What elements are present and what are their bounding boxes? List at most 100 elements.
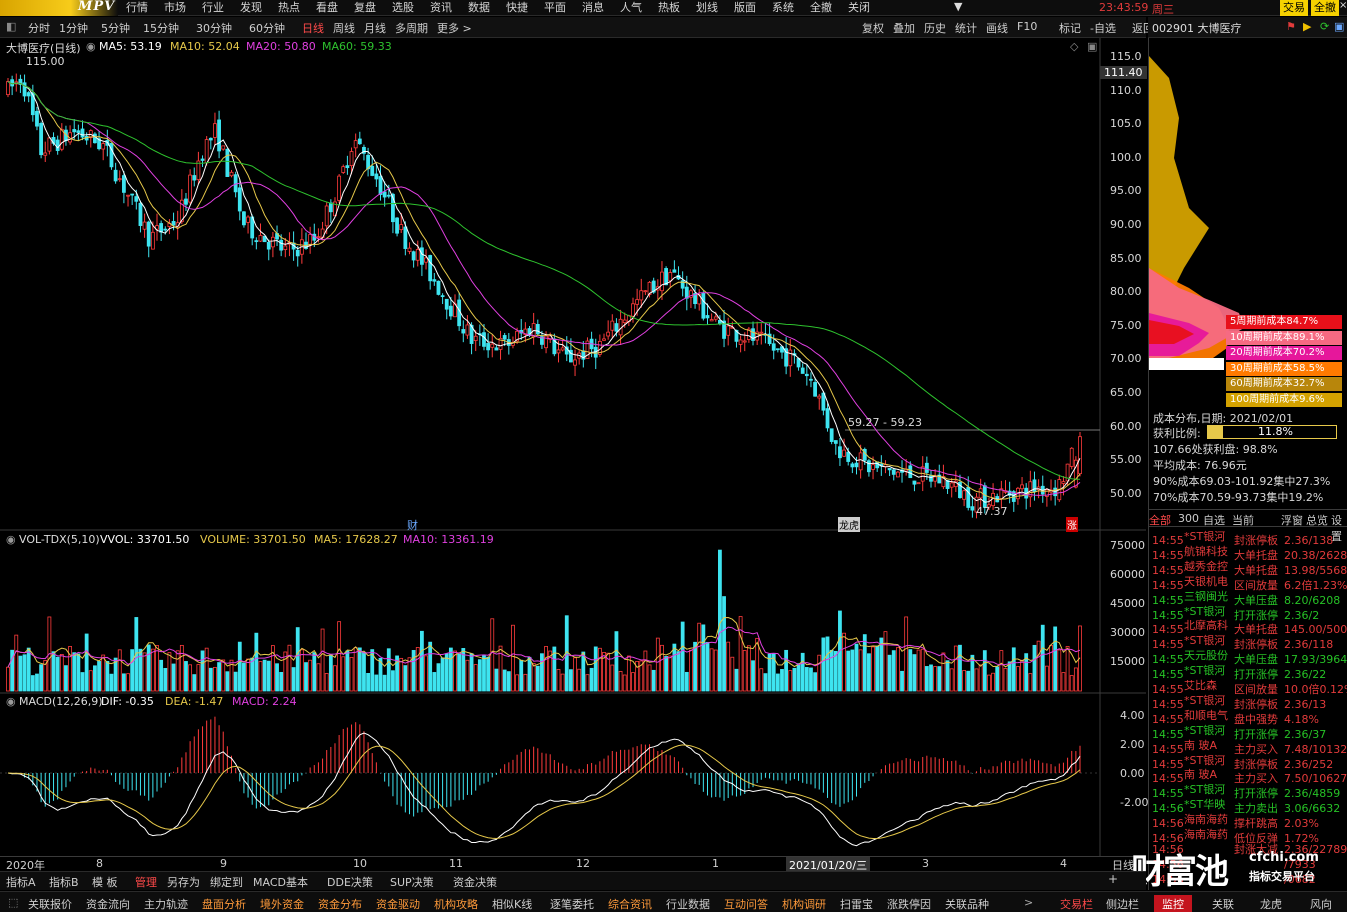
ticker-row[interactable]: 14:56海南海药 撑杆跳高 2.03% [1152,812,1347,830]
function-tab-2[interactable]: 主力轨迹 [144,896,188,912]
ticker-row[interactable]: 14:55*ST银河 封涨停板 2.36/252 [1152,753,1347,771]
menu-item-4[interactable]: 热点 [270,0,308,16]
settings-icon[interactable]: ▣ [1334,20,1344,33]
indicator-tab-0[interactable]: 指标A [6,874,36,890]
toolbar-right-0[interactable]: 复权 [862,20,884,36]
trade-button[interactable]: 交易 [1280,0,1308,16]
indicator-tab-5[interactable]: 绑定到 [210,874,243,890]
cost-row-3[interactable]: 30周期前成本58.5% [1226,361,1342,376]
cost-row-4[interactable]: 60周期前成本32.7% [1226,377,1342,391]
ticker-row[interactable]: 14:55*ST银河 封涨停板 2.36/138 [1152,529,1347,547]
cost-row-1[interactable]: 10周期前成本89.1% [1226,330,1342,345]
add-indicator-button[interactable]: + [1108,872,1118,886]
function-tab-5[interactable]: 资金分布 [318,896,362,912]
ticker-row[interactable]: 14:55三钢闽光 大单压盘 8.20/6208 [1152,589,1347,607]
period-tab-8[interactable]: 月线 [364,20,386,36]
function-tab-9[interactable]: 逐笔委托 [550,896,594,912]
ticker-row[interactable]: 14:55*ST银河 打开涨停 2.36/37 [1152,723,1347,741]
cost-row-0[interactable]: 5周期前成本84.7% [1226,315,1342,329]
flag-icon[interactable]: ⚑ [1286,20,1296,33]
play-icon[interactable]: ▶ [1303,20,1311,33]
ticker-row[interactable]: 14:55南 玻A 主力买入 7.48/10132 [1152,738,1347,756]
marker-zhang[interactable]: 涨 [1066,517,1078,532]
period-tab-5[interactable]: 60分钟 [249,20,285,36]
ticker-tab-2[interactable]: 自选 [1203,512,1225,528]
menu-item-13[interactable]: 人气 [612,0,650,16]
marker-cai[interactable]: 财 [407,517,418,533]
toolbar-right-6[interactable]: 标记 [1059,20,1081,36]
ticker-row[interactable]: 14:55南 玻A 主力买入 7.50/10627 [1152,767,1347,785]
right-tab-1[interactable]: 关联 [1204,895,1242,912]
menu-item-10[interactable]: 快捷 [498,0,536,16]
indicator-tab-7[interactable]: DDE决策 [327,874,373,890]
menu-item-11[interactable]: 平面 [536,0,574,16]
menu-item-12[interactable]: 消息 [574,0,612,16]
function-tab-11[interactable]: 行业数据 [666,896,710,912]
indicator-tab-8[interactable]: SUP决策 [390,874,434,890]
ticker-row[interactable]: 14:55*ST银河 封涨停板 2.36/118 [1152,633,1347,651]
ticker-tab-0[interactable]: 全部 [1149,512,1171,528]
menu-item-9[interactable]: 数据 [460,0,498,16]
function-tab-12[interactable]: 互动问答 [724,896,768,912]
indicator-tab-9[interactable]: 资金决策 [453,874,497,890]
toolbar-right-2[interactable]: 历史 [924,20,946,36]
ticker-row[interactable]: 14:55航锦科技 大单托盘 20.38/2628 [1152,544,1347,562]
diamond-icon[interactable]: ◇ [1070,40,1078,53]
ticker-row[interactable]: 14:56海南海药 低位反弹 1.72% [1152,827,1347,845]
ticker-tab-1[interactable]: 300 [1178,512,1199,525]
ticker-tab-3[interactable]: 当前 [1232,512,1254,528]
menu-item-17[interactable]: 系统 [764,0,802,16]
ticker-tab-5[interactable]: 总览 [1306,512,1328,528]
refresh-icon[interactable]: ⟳ [1320,20,1329,33]
ticker-row[interactable]: 14:55和顺电气 盘中强势 4.18% [1152,708,1347,726]
menu-item-3[interactable]: 发现 [232,0,270,16]
right-tab-3[interactable]: 风向 [1302,895,1340,912]
function-tab-8[interactable]: 相似K线 [492,896,532,912]
kline-chart[interactable] [0,38,1146,856]
period-tab-10[interactable]: 更多 > [437,20,472,36]
side-bar-button[interactable]: 侧边栏 [1106,896,1139,912]
ticker-row[interactable]: 14:55天银机电 区间放量 6.2倍1.23% [1152,574,1347,592]
menu-item-15[interactable]: 划线 [688,0,726,16]
period-tab-2[interactable]: 5分钟 [101,20,130,36]
function-tab-10[interactable]: 综合资讯 [608,896,652,912]
right-tab-0[interactable]: 监控 [1154,895,1192,912]
dropdown-arrow-icon[interactable]: ▼ [954,0,962,13]
function-tab-13[interactable]: 机构调研 [782,896,826,912]
menu-item-8[interactable]: 资讯 [422,0,460,16]
function-tab-4[interactable]: 境外资金 [260,896,304,912]
ticker-row[interactable]: 14:56*ST华映 主力卖出 3.06/6632 [1152,797,1347,815]
function-tab-14[interactable]: 扫雷宝 [840,896,873,912]
bar-menu-icon[interactable]: ⬚ [8,896,18,909]
ma-toggle-icon[interactable]: ◉ [86,40,96,53]
panel-icon[interactable]: ▣ [1087,40,1097,53]
toolbar-right-4[interactable]: 画线 [986,20,1008,36]
menu-item-7[interactable]: 选股 [384,0,422,16]
menu-item-18[interactable]: 全撤 [802,0,840,16]
function-tab-7[interactable]: 机构攻略 [434,896,478,912]
toolbar-right-3[interactable]: 统计 [955,20,977,36]
toolbar-right-5[interactable]: F10 [1017,20,1037,33]
period-tab-3[interactable]: 15分钟 [143,20,179,36]
menu-item-5[interactable]: 看盘 [308,0,346,16]
menu-item-0[interactable]: 行情 [118,0,156,16]
toolbar-toggle-icon[interactable]: ◧ [6,20,16,33]
ticker-row[interactable]: 14:55*ST银河 打开涨停 2.36/2 [1152,604,1347,622]
cancel-all-button[interactable]: 全撤 [1311,0,1339,16]
function-tab-0[interactable]: 关联报价 [28,896,72,912]
more-arrow-icon[interactable]: > [1024,896,1033,909]
period-tab-4[interactable]: 30分钟 [196,20,232,36]
trade-bar-button[interactable]: 交易栏 [1060,896,1093,912]
toolbar-right-7[interactable]: -自选 [1090,20,1116,36]
indicator-tab-1[interactable]: 指标B [49,874,79,890]
menu-item-14[interactable]: 热板 [650,0,688,16]
macd-toggle-icon[interactable]: ◉ [6,695,16,708]
menu-item-6[interactable]: 复盘 [346,0,384,16]
indicator-tab-4[interactable]: 另存为 [167,874,200,890]
ticker-row[interactable]: 14:55*ST银河 打开涨停 2.36/4859 [1152,782,1347,800]
function-tab-6[interactable]: 资金驱动 [376,896,420,912]
period-tab-0[interactable]: 分时 [28,20,50,36]
period-tab-9[interactable]: 多周期 [395,20,428,36]
period-tab-7[interactable]: 周线 [333,20,355,36]
indicator-tab-6[interactable]: MACD基本 [253,874,308,890]
